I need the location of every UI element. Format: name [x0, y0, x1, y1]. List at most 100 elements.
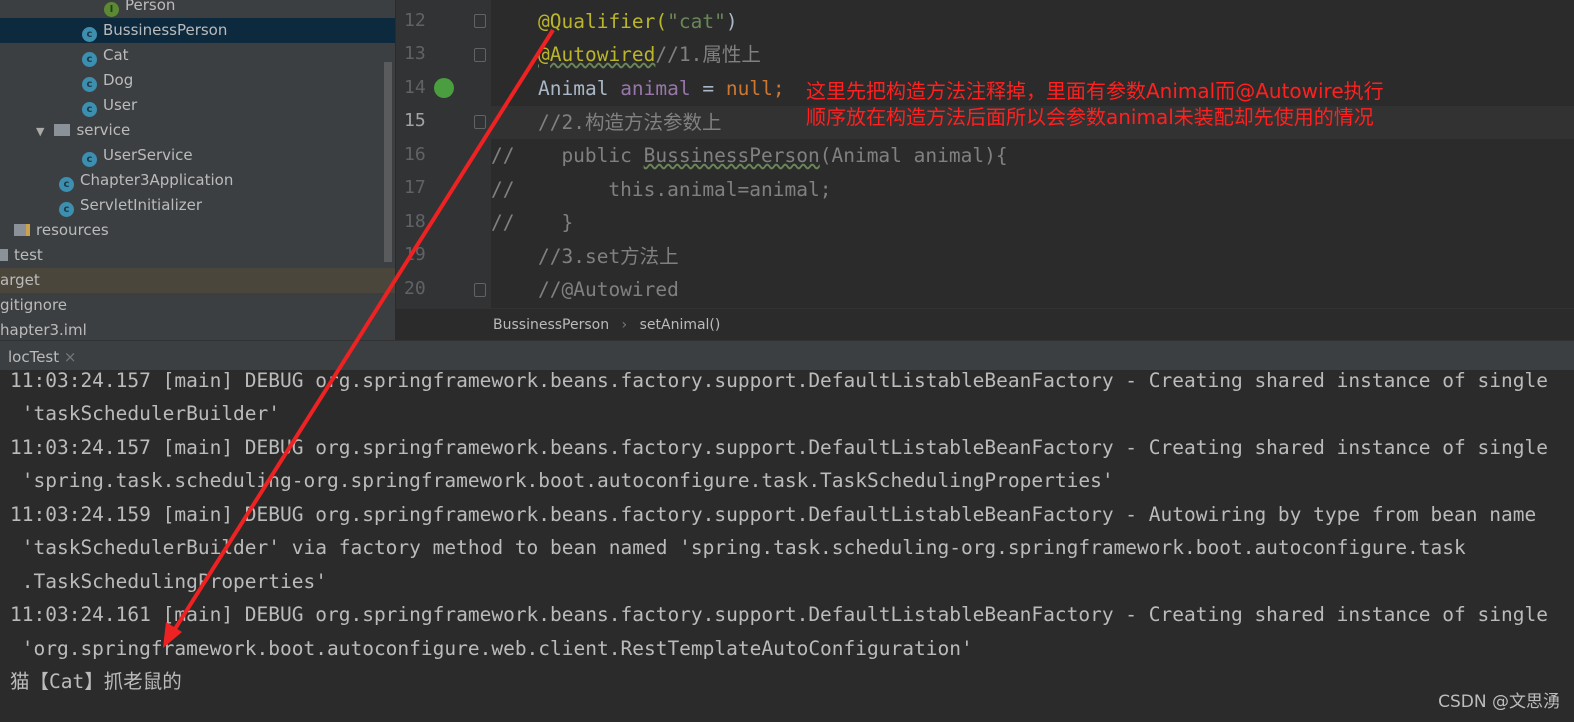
- line-number: 13: [404, 43, 426, 64]
- editor-gutter: 12 13 14 15 16 17 18 19 20: [396, 0, 491, 308]
- tree-item-label: ServletInitializer: [80, 196, 203, 214]
- code-token: ): [725, 10, 738, 33]
- line-number: 17: [404, 177, 426, 198]
- code-line-19: //3.set方法上: [538, 245, 679, 268]
- tab-label: locTest: [8, 348, 60, 366]
- tree-item-label: service: [76, 121, 131, 139]
- tree-item-servletinitializer[interactable]: c ServletInitializer: [0, 193, 395, 218]
- keyword-token: null;: [725, 77, 785, 100]
- code-line-17: // this.animal=animal;: [491, 178, 832, 201]
- code-token: =: [690, 77, 726, 100]
- tree-item-label: test: [14, 246, 43, 264]
- spring-boot-class-icon: c: [59, 177, 74, 192]
- tree-item-service[interactable]: ▼ service: [0, 118, 395, 143]
- project-tree: I Person c BussinessPerson c Cat c Dog c User…: [0, 0, 395, 340]
- class-icon: c: [82, 152, 97, 167]
- fold-icon[interactable]: [474, 14, 486, 28]
- comment-token: //1.属性上: [655, 43, 761, 66]
- code-line-20: //@Autowired: [538, 278, 679, 301]
- class-icon: c: [82, 27, 97, 42]
- annotation-note: 这里先把构造方法注释掉，里面有参数Animal而@Autowire执行 顺序放在…: [806, 78, 1384, 130]
- run-tab-bar: locTest ×: [0, 340, 1574, 370]
- field-token: animal: [620, 77, 691, 100]
- code-line-16: // public BussinessPerson(Animal animal)…: [491, 139, 1574, 172]
- tree-item-user[interactable]: c User: [0, 93, 395, 118]
- console-line: 11:03:24.159 [main] DEBUG org.springfram…: [10, 503, 1537, 526]
- tree-item-person[interactable]: I Person: [0, 0, 395, 18]
- line-number: 19: [404, 244, 426, 265]
- tree-item-cat[interactable]: c Cat: [0, 43, 395, 68]
- line-number: 18: [404, 211, 426, 232]
- tree-item-resources[interactable]: resources: [0, 218, 395, 243]
- class-icon: c: [59, 202, 74, 217]
- interface-icon: I: [104, 2, 119, 17]
- tree-item-label: arget: [0, 271, 40, 289]
- annotation-token: @Autowired: [538, 43, 656, 66]
- folder-icon: [0, 249, 8, 261]
- sidebar-scrollbar[interactable]: [384, 62, 392, 262]
- annotation-note-line: 顺序放在构造方法后面所以会参数animal未装配却先使用的情况: [806, 105, 1374, 129]
- line-number: 14: [404, 77, 426, 98]
- console-line: 'taskSchedulerBuilder' via factory metho…: [10, 536, 1466, 559]
- comment-token: (Animal animal){: [819, 144, 1008, 167]
- watermark: CSDN @文思湧: [1438, 692, 1560, 712]
- code-editor[interactable]: 12 13 14 15 16 17 18 19 20 @Qualifier("c…: [396, 0, 1574, 308]
- tree-item-label: hapter3.iml: [0, 321, 87, 339]
- console-line: 11:03:24.157 [main] DEBUG org.springfram…: [10, 370, 1548, 392]
- fold-icon[interactable]: [474, 48, 486, 62]
- console-line: 11:03:24.157 [main] DEBUG org.springfram…: [10, 436, 1548, 459]
- line-number: 20: [404, 278, 426, 299]
- tree-item-userservice[interactable]: c UserService: [0, 143, 395, 168]
- class-icon: c: [82, 52, 97, 67]
- autowired-gutter-icon[interactable]: [434, 78, 454, 98]
- breadcrumb-class[interactable]: BussinessPerson: [493, 317, 609, 333]
- package-folder-icon: [54, 124, 71, 136]
- comment-token: BussinessPerson: [643, 144, 820, 167]
- tree-item-chapter3application[interactable]: c Chapter3Application: [0, 168, 395, 193]
- tree-item-label: Dog: [103, 71, 134, 89]
- tree-item-test[interactable]: test: [0, 243, 395, 268]
- tree-item-dog[interactable]: c Dog: [0, 68, 395, 93]
- annotation-note-line: 这里先把构造方法注释掉，里面有参数Animal而@Autowire执行: [806, 79, 1384, 103]
- fold-icon[interactable]: [474, 115, 486, 129]
- close-icon[interactable]: ×: [64, 348, 77, 366]
- expand-arrow-icon[interactable]: ▼: [36, 119, 44, 144]
- code-line-13: @Autowired//1.属性上: [491, 38, 1574, 71]
- tree-item-gitignore[interactable]: gitignore: [0, 293, 395, 318]
- console-line: 'spring.task.scheduling-org.springframew…: [10, 469, 1114, 492]
- tree-item-label: resources: [36, 221, 109, 239]
- annotation-token: @Qualifier(: [538, 10, 668, 33]
- comment-token: // public: [491, 144, 644, 167]
- console-line: 'taskSchedulerBuilder': [10, 402, 281, 425]
- code-token: Animal: [538, 77, 621, 100]
- line-number: 12: [404, 10, 426, 31]
- code-line-18: // }: [491, 211, 574, 234]
- console-output: 11:03:24.157 [main] DEBUG org.springfram…: [0, 370, 1574, 722]
- console-line: 11:03:24.161 [main] DEBUG org.springfram…: [10, 603, 1548, 626]
- string-token: "cat": [667, 10, 726, 33]
- tree-item-label: Cat: [103, 46, 129, 64]
- tree-item-label: Person: [125, 0, 176, 14]
- line-number: 15: [404, 110, 426, 131]
- resources-folder-icon: [14, 224, 30, 236]
- tree-item-label: Chapter3Application: [80, 171, 234, 189]
- breadcrumb-method[interactable]: setAnimal(): [640, 317, 721, 333]
- tree-item-label: gitignore: [0, 296, 68, 314]
- class-icon: c: [82, 102, 97, 117]
- breadcrumb: BussinessPerson › setAnimal(): [396, 308, 1574, 340]
- code-line-12: @Qualifier("cat"): [491, 5, 1574, 38]
- tree-item-target[interactable]: arget: [0, 268, 395, 293]
- console-line: 'org.springframework.boot.autoconfigure.…: [10, 637, 973, 660]
- run-tab-loctest[interactable]: locTest ×: [8, 341, 77, 371]
- line-number: 16: [404, 144, 426, 165]
- class-icon: c: [82, 77, 97, 92]
- tree-item-label: User: [103, 96, 138, 114]
- breadcrumb-separator: ›: [621, 317, 628, 333]
- console-line: .TaskSchedulingProperties': [10, 570, 327, 593]
- console-line-output: 猫【Cat】抓老鼠的: [10, 670, 182, 693]
- tree-item-label: BussinessPerson: [103, 21, 228, 39]
- tree-item-label: UserService: [103, 146, 193, 164]
- comment-token: //2.构造方法参数上: [538, 111, 722, 134]
- fold-icon[interactable]: [474, 283, 486, 297]
- tree-item-bussinessperson[interactable]: c BussinessPerson: [0, 18, 395, 43]
